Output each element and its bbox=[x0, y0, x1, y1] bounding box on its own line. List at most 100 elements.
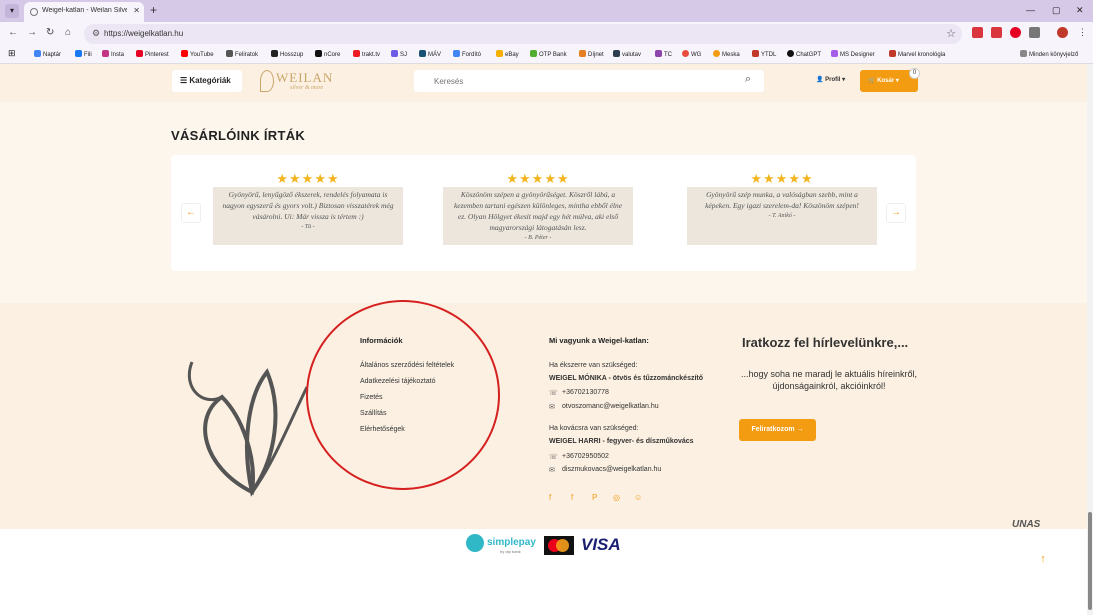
reviews-title: VÁSÁRLÓINK ÍRTÁK bbox=[171, 128, 306, 143]
bookmark-item[interactable]: Feliratok bbox=[226, 50, 258, 58]
bookmark-item[interactable]: ChatGPT bbox=[787, 50, 821, 58]
subtitles-icon bbox=[226, 50, 233, 57]
review-body: Gyönyörű, lenyűgöző ékszerek, rendelés f… bbox=[222, 190, 394, 221]
pinterest-icon[interactable]: P bbox=[592, 493, 597, 502]
bookmark-item[interactable]: MÁV bbox=[419, 50, 441, 58]
site-header: ☰ Kategóriák WEILAN silver & more ⌕ 👤 Pr… bbox=[0, 64, 1093, 102]
carousel-next-button[interactable]: → bbox=[886, 203, 906, 223]
bookmark-item[interactable]: Marvel kronológia bbox=[889, 50, 945, 58]
reload-icon[interactable]: ↻ bbox=[46, 27, 54, 38]
newsletter-text: ...hogy soha ne maradj le aktuális hírei… bbox=[740, 369, 918, 391]
search-icon[interactable]: ⌕ bbox=[745, 73, 751, 86]
profile-avatar-icon[interactable] bbox=[1057, 27, 1068, 38]
pinterest-extension-icon[interactable] bbox=[1010, 27, 1021, 38]
bookmark-item[interactable]: Naptár bbox=[34, 50, 61, 58]
back-icon[interactable]: ← bbox=[8, 27, 18, 38]
pinterest-icon bbox=[136, 50, 143, 57]
cart-count-badge: 0 bbox=[909, 68, 920, 79]
bookmark-item[interactable]: trakt.tv bbox=[353, 50, 380, 58]
bookmark-item[interactable]: valutav bbox=[613, 50, 641, 58]
rating-stars: ★★★★★ bbox=[750, 171, 814, 186]
mav-icon bbox=[419, 50, 426, 57]
highlight-annotation-circle bbox=[306, 300, 500, 490]
bookmark-item[interactable]: nCore bbox=[315, 50, 340, 58]
review-text: Köszönöm szépen a gyönyörűséget. Köszről… bbox=[449, 189, 627, 244]
extension-icon[interactable] bbox=[972, 27, 983, 38]
tc-icon bbox=[655, 50, 662, 57]
ebay-icon bbox=[496, 50, 503, 57]
bookmark-item[interactable]: Fili bbox=[75, 50, 92, 58]
bookmark-item[interactable]: Hosszup bbox=[271, 50, 303, 58]
review-text: Gyönyörű szép munka, a valóságban szebb,… bbox=[693, 189, 871, 222]
about-title: Mi vagyunk a Weigel-katlan: bbox=[549, 336, 649, 345]
maximize-icon[interactable]: ▢ bbox=[1052, 5, 1061, 16]
bookmark-item[interactable]: OTP Bank bbox=[530, 50, 567, 58]
cart-label: Kosár bbox=[877, 78, 895, 84]
smith-phone-link[interactable]: +36702950502 bbox=[562, 453, 609, 460]
bookmark-item[interactable]: eBay bbox=[496, 50, 519, 58]
review-author: - T. Anikó - bbox=[768, 213, 796, 219]
menu-kebab-icon[interactable]: ⋮ bbox=[1077, 27, 1088, 38]
site-info-icon[interactable]: ⚙ bbox=[92, 28, 100, 39]
phone-icon: ☏ bbox=[549, 390, 558, 397]
smith-email-link[interactable]: diszmukovacs@weigelkatlan.hu bbox=[562, 466, 661, 473]
review-text: Gyönyörű, lenyűgöző ékszerek, rendelés f… bbox=[219, 189, 397, 233]
bookmark-item[interactable]: YouTube bbox=[181, 50, 214, 58]
profile-menu[interactable]: 👤 Profil ▾ bbox=[816, 76, 845, 83]
bookmark-item[interactable]: MS Designer bbox=[831, 50, 875, 58]
extensions-puzzle-icon[interactable] bbox=[1029, 27, 1040, 38]
social-icon[interactable]: ☺ bbox=[634, 493, 642, 502]
bookmark-item[interactable]: YTDL bbox=[752, 50, 776, 58]
simplepay-subtext: by otp bank bbox=[500, 549, 521, 554]
subscribe-button[interactable]: Feliratkozom → bbox=[739, 419, 816, 441]
simplepay-text: simplepay bbox=[487, 537, 536, 548]
marvel-icon bbox=[889, 50, 896, 57]
visa-logo: VISA bbox=[581, 535, 621, 554]
bookmark-item[interactable]: Díjnet bbox=[579, 50, 604, 58]
extension-icon[interactable] bbox=[991, 27, 1002, 38]
bookmark-item[interactable]: Pinterest bbox=[136, 50, 169, 58]
valuta-icon bbox=[613, 50, 620, 57]
bookmark-item[interactable]: Meska bbox=[713, 50, 740, 58]
scrollbar-thumb[interactable] bbox=[1088, 512, 1092, 610]
minimize-icon[interactable]: — bbox=[1026, 5, 1035, 15]
bookmark-item[interactable]: Fordító bbox=[453, 50, 481, 58]
facebook-icon bbox=[75, 50, 82, 57]
tab-search-icon[interactable]: ▾ bbox=[5, 4, 19, 18]
search-input[interactable] bbox=[414, 70, 764, 92]
close-window-icon[interactable]: ✕ bbox=[1076, 5, 1084, 16]
email-icon: ✉ bbox=[549, 404, 555, 411]
logo-subtext: silver & more bbox=[290, 85, 324, 91]
bookmark-item[interactable]: SJ bbox=[391, 50, 407, 58]
new-tab-icon[interactable]: + bbox=[150, 3, 157, 17]
address-bar[interactable]: ⚙ https://weigelkatlan.hu ☆ bbox=[84, 24, 962, 44]
mastercard-orange-circle bbox=[556, 539, 569, 552]
scroll-to-top-button[interactable]: ↑ bbox=[1029, 545, 1057, 573]
jewel-email-link[interactable]: otvoszomanc@weigelkatlan.hu bbox=[562, 403, 659, 410]
facebook-icon[interactable]: f bbox=[571, 493, 573, 502]
forward-icon[interactable]: → bbox=[27, 27, 37, 38]
sj-icon bbox=[391, 50, 398, 57]
categories-button[interactable]: ☰ Kategóriák bbox=[172, 70, 242, 92]
bookmark-item[interactable]: Insta bbox=[102, 50, 124, 58]
phone-icon: ☏ bbox=[549, 454, 558, 461]
bookmark-folder[interactable]: Minden könyvjelző bbox=[1020, 50, 1078, 58]
bookmark-item[interactable]: WG bbox=[682, 50, 701, 58]
facebook-icon[interactable]: f bbox=[549, 493, 551, 502]
tab-close-icon[interactable]: ✕ bbox=[133, 6, 140, 15]
calendar-icon bbox=[34, 50, 41, 57]
ytdl-icon bbox=[752, 50, 759, 57]
bookmark-item[interactable]: TC bbox=[655, 50, 672, 58]
instagram-icon[interactable]: ◎ bbox=[613, 493, 620, 502]
apps-grid-icon[interactable]: ⊞ bbox=[8, 48, 16, 59]
active-tab[interactable]: Weigel-katlan - Weilan Silverfil ✕ bbox=[24, 2, 144, 22]
home-icon[interactable]: ⌂ bbox=[65, 27, 71, 38]
review-author: - B. Péter - bbox=[524, 235, 552, 241]
mastercard-logo-icon bbox=[544, 536, 574, 555]
site-logo[interactable]: WEILAN silver & more bbox=[258, 68, 348, 96]
bookmark-star-icon[interactable]: ☆ bbox=[946, 27, 956, 40]
unas-logo[interactable]: UNAS bbox=[1012, 519, 1040, 530]
carousel-prev-button[interactable]: ← bbox=[181, 203, 201, 223]
smith-intro: Ha kovácsra van szükséged: bbox=[549, 425, 639, 432]
jewel-phone-link[interactable]: +36702130778 bbox=[562, 389, 609, 396]
